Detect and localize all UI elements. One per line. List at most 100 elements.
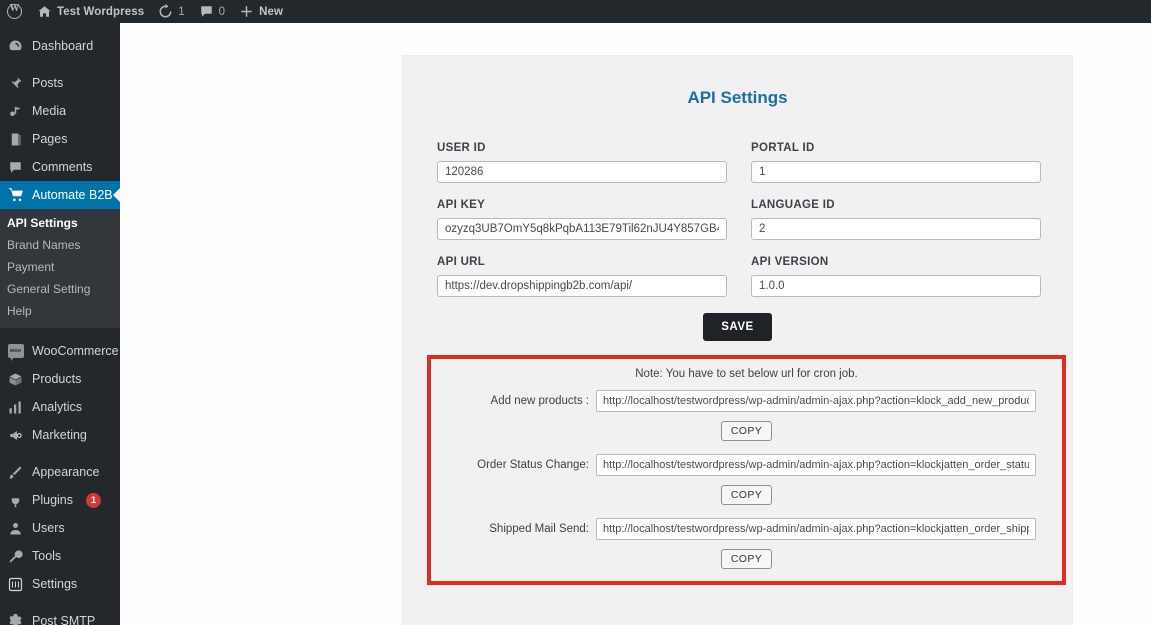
copy-button-add-new-products[interactable]: COPY [720,421,773,441]
form-row-url-version: API URL API VERSION [437,256,1041,297]
sidebar-item-post-smtp[interactable]: Post SMTP [0,607,120,625]
sidebar-item-label: Marketing [32,428,87,442]
cron-job-box: Note: You have to set below url for cron… [427,355,1066,585]
portal-id-input[interactable] [751,161,1041,183]
field-api-version: API VERSION [751,256,1041,297]
admin-bar: Test Wordpress 1 0 New [0,0,1151,23]
sidebar-item-label: Analytics [32,400,83,414]
sidebar-item-posts[interactable]: Posts [0,69,120,97]
site-name-label: Test Wordpress [57,5,145,18]
new-content-menu[interactable]: New [232,0,290,23]
megaphone-icon [7,427,24,444]
sidebar-item-label: Dashboard [32,39,94,53]
dashboard-icon [7,38,24,55]
admin-sidebar: Dashboard Posts Media Pages Comments Aut… [0,23,120,625]
sidebar-item-settings[interactable]: Settings [0,570,120,598]
sidebar-item-dashboard[interactable]: Dashboard [0,32,120,60]
sidebar-item-tools[interactable]: Tools [0,542,120,570]
api-url-input[interactable] [437,275,727,297]
cron-label: Shipped Mail Send: [489,523,589,535]
plugins-update-badge: 1 [86,492,101,508]
page-title: API Settings [687,88,788,107]
save-button[interactable]: SAVE [703,313,772,341]
sidebar-item-comments[interactable]: Comments [0,153,120,181]
pages-icon [7,131,24,148]
menu-spacer-3 [0,449,120,458]
sidebar-item-label: Appearance [32,465,100,479]
sidebar-item-label: Comments [32,160,93,174]
plus-icon [241,6,252,17]
save-button-wrap: SAVE [437,313,1038,341]
updates-count: 1 [178,5,185,18]
cron-row-shipped-mail-send: Shipped Mail Send: [441,518,1052,540]
sidebar-item-plugins[interactable]: Plugins 1 [0,486,120,514]
sidebar-item-appearance[interactable]: Appearance [0,458,120,486]
field-portal-id: PORTAL ID [751,142,1041,183]
user-id-input[interactable] [437,161,727,183]
api-version-input[interactable] [751,275,1041,297]
comment-icon [200,6,212,17]
submenu-item-help[interactable]: Help [0,300,120,322]
sidebar-item-woocommerce[interactable]: woo WooCommerce [0,337,120,365]
form-row-ids: USER ID PORTAL ID [437,142,1041,183]
cart-icon [7,187,24,204]
api-url-label: API URL [437,256,486,268]
sidebar-item-automate-b2b[interactable]: Automate B2B [0,181,120,209]
comments-menu[interactable]: 0 [192,0,232,23]
language-id-input[interactable] [751,218,1041,240]
automate-b2b-submenu: API Settings Brand Names Payment General… [0,209,120,328]
home-icon [38,6,51,17]
cron-url-input-order-status-change[interactable] [596,454,1036,476]
user-icon [7,520,24,537]
submenu-item-general-setting[interactable]: General Setting [0,278,120,300]
updates-icon [159,4,172,18]
copy-button-order-status-change[interactable]: COPY [720,485,773,505]
cron-label: Order Status Change: [477,459,589,471]
updates-menu[interactable]: 1 [151,0,191,23]
sidebar-item-products[interactable]: Products [0,365,120,393]
menu-spacer-1 [0,60,120,69]
comments-count: 0 [218,5,226,18]
field-language-id: LANGUAGE ID [751,199,1041,240]
box-icon [7,371,24,388]
api-version-label: API VERSION [751,256,829,268]
sidebar-item-users[interactable]: Users [0,514,120,542]
chart-bar-icon [7,399,24,416]
copy-wrap-shipped-mail-send: COPY [441,549,1052,569]
submenu-item-payment[interactable]: Payment [0,256,120,278]
site-name-menu[interactable]: Test Wordpress [30,0,151,23]
menu-spacer-4 [0,598,120,607]
wrench-icon [7,548,24,565]
cron-row-add-new-products: Add new products : [441,390,1052,412]
form-row-key-language: API KEY LANGUAGE ID [437,199,1041,240]
pin-icon [7,75,24,92]
language-id-label: LANGUAGE ID [751,199,835,211]
cron-row-order-status-change: Order Status Change: [441,454,1052,476]
api-key-label: API KEY [437,199,486,211]
sliders-icon [7,576,24,593]
wp-logo-menu[interactable] [0,0,30,23]
cron-url-input-shipped-mail-send[interactable] [596,518,1036,540]
field-api-url: API URL [437,256,727,297]
sidebar-item-label: Products [32,372,82,386]
paintbrush-icon [7,464,24,481]
copy-button-shipped-mail-send[interactable]: COPY [720,549,773,569]
field-api-key: API KEY [437,199,727,240]
sidebar-item-media[interactable]: Media [0,97,120,125]
submenu-item-api-settings[interactable]: API Settings [0,212,120,234]
submenu-item-brand-names[interactable]: Brand Names [0,234,120,256]
content-area: API Settings USER ID PORTAL ID API KEY [120,23,1151,625]
api-key-input[interactable] [437,218,727,240]
plug-icon [7,492,24,509]
sidebar-item-analytics[interactable]: Analytics [0,393,120,421]
woocommerce-icon: woo [7,343,24,361]
field-user-id: USER ID [437,142,727,183]
menu-spacer-2 [0,328,120,337]
cron-url-input-add-new-products[interactable] [596,390,1036,412]
sidebar-item-pages[interactable]: Pages [0,125,120,153]
copy-wrap-add-new-products: COPY [441,421,1052,441]
gear-icon [7,613,24,625]
sidebar-item-label: Users [32,521,65,535]
media-icon [7,103,24,120]
sidebar-item-marketing[interactable]: Marketing [0,421,120,449]
